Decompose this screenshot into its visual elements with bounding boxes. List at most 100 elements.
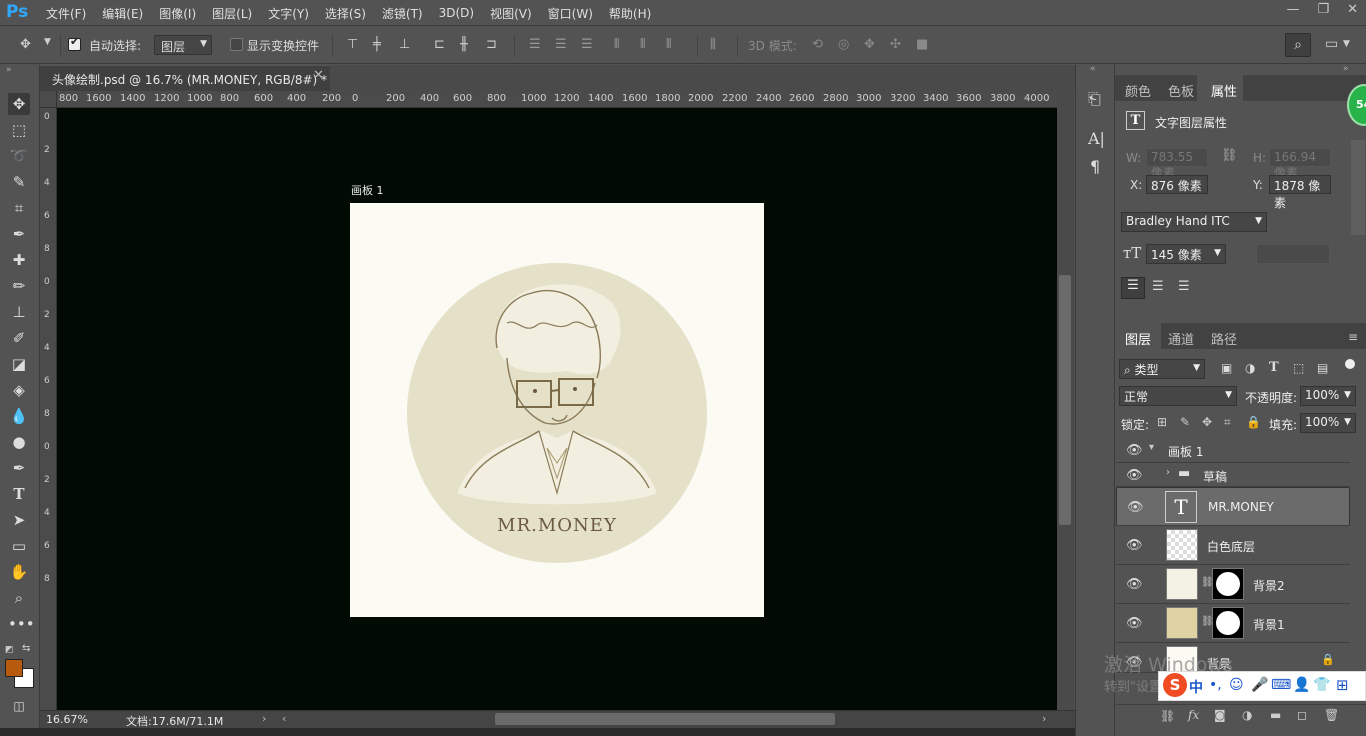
menu-item[interactable]: 窗口(W)	[548, 5, 593, 22]
distribute-top-icon[interactable]: ☰	[529, 37, 541, 52]
zoom-tool-icon[interactable]: ⌕	[8, 587, 30, 609]
crop-tool-icon[interactable]: ⌗	[8, 197, 30, 219]
lasso-tool-icon[interactable]: ➰	[8, 145, 30, 167]
panel-menu-icon[interactable]: ≡	[1348, 330, 1358, 344]
delete-layer-icon[interactable]: 🗑	[1324, 708, 1339, 722]
menu-item[interactable]: 文件(F)	[46, 5, 86, 22]
ime-mode-label[interactable]: 中	[1189, 677, 1203, 697]
lock-transparent-icon[interactable]: ⊞	[1157, 415, 1167, 429]
ime-toolbar[interactable]: 中 •, ☺ 🎤 ⌨ 👤 👕 ⊞	[1158, 671, 1366, 701]
new-layer-icon[interactable]: ◻	[1297, 708, 1307, 722]
visibility-eye-icon[interactable]: 👁	[1126, 443, 1143, 458]
quick-mask-icon[interactable]: ◫	[8, 695, 30, 717]
layer-row-pixel[interactable]: 👁 白色底层	[1116, 526, 1350, 565]
minimize-button[interactable]: —	[1286, 2, 1299, 17]
expand-icon[interactable]: «	[1090, 64, 1096, 74]
lock-all-icon[interactable]: 🔒	[1246, 415, 1261, 429]
distribute-bottom-icon[interactable]: ☰	[581, 37, 593, 52]
vertical-scroll-thumb[interactable]	[1059, 275, 1071, 525]
paragraph-panel-icon[interactable]: ¶	[1090, 157, 1100, 176]
menu-item[interactable]: 3D(D)	[439, 6, 474, 20]
visibility-eye-icon[interactable]: 👁	[1126, 577, 1143, 592]
workspace-icon[interactable]: ▭	[1325, 36, 1338, 52]
filter-smart-object-icon[interactable]: ▤	[1317, 361, 1328, 375]
filter-pixel-icon[interactable]: ▣	[1221, 361, 1232, 375]
swap-colors-icon[interactable]: ⇆	[22, 643, 30, 654]
collapse-icon[interactable]: »	[1343, 64, 1349, 74]
chevron-right-icon[interactable]: ›	[1166, 467, 1170, 478]
chevron-down-icon[interactable]: ▾	[1149, 442, 1154, 453]
lock-artboard-icon[interactable]: ⌗	[1224, 415, 1231, 430]
align-center-icon[interactable]: ☰	[1152, 279, 1164, 294]
tab-layers[interactable]: 图层	[1125, 329, 1151, 355]
align-hcenter-icon[interactable]: ╫	[460, 37, 468, 52]
menu-item[interactable]: 图像(I)	[159, 5, 196, 22]
align-vcenter-icon[interactable]: ╪	[373, 37, 381, 52]
pen-tool-icon[interactable]: ✒	[8, 457, 30, 479]
3d-scale-icon[interactable]: ■	[916, 37, 928, 52]
lock-pixels-icon[interactable]: ✎	[1180, 415, 1190, 429]
link-layers-icon[interactable]: ⛓	[1160, 709, 1175, 723]
menu-item[interactable]: 编辑(E)	[102, 5, 143, 22]
tab-properties[interactable]: 属性	[1211, 81, 1237, 107]
opacity-field[interactable]: 100% ▼	[1300, 386, 1356, 406]
align-right-icon[interactable]: ⊐	[486, 37, 497, 52]
align-top-icon[interactable]: ⊤	[347, 37, 358, 52]
search-icon[interactable]: ⌕	[1285, 33, 1311, 57]
move-tool-icon[interactable]: ✥	[8, 93, 30, 115]
filter-toggle[interactable]	[1345, 359, 1355, 369]
emoji-icon[interactable]: ☺	[1229, 677, 1244, 693]
filter-type-icon[interactable]: T	[1269, 360, 1279, 375]
history-panel-icon[interactable]: ⎗	[1088, 89, 1101, 109]
horizontal-scroll-thumb[interactable]	[495, 713, 835, 725]
add-mask-icon[interactable]: ◙	[1214, 708, 1226, 722]
scroll-right-icon[interactable]: ›	[1042, 712, 1046, 725]
distribute-right-icon[interactable]: ⫴	[666, 37, 671, 52]
layer-row-masked[interactable]: 👁 ⛓ 背景2	[1116, 565, 1350, 604]
y-field[interactable]: 1878 像素	[1269, 175, 1331, 210]
lock-position-icon[interactable]: ✥	[1202, 415, 1212, 429]
tab-paths[interactable]: 路径	[1211, 329, 1237, 355]
microphone-icon[interactable]: 🎤	[1251, 677, 1268, 693]
properties-scrollbar[interactable]	[1351, 140, 1365, 235]
quick-select-tool-icon[interactable]: ✎	[8, 171, 30, 193]
font-size-dropdown[interactable]: 145 像素 ▼	[1146, 244, 1226, 264]
menu-item[interactable]: 视图(V)	[490, 5, 532, 22]
menu-item[interactable]: 滤镜(T)	[382, 5, 423, 22]
tab-color[interactable]: 颜色	[1125, 81, 1151, 107]
filter-shape-icon[interactable]: ⬚	[1293, 361, 1304, 375]
link-icon[interactable]: ⛓	[1221, 148, 1238, 163]
distribute-vcenter-icon[interactable]: ☰	[555, 37, 567, 52]
tab-channels[interactable]: 通道	[1168, 329, 1194, 355]
stamp-tool-icon[interactable]: ⊥	[8, 301, 30, 323]
3d-roll-icon[interactable]: ◎	[838, 37, 849, 52]
rectangle-tool-icon[interactable]: ▭	[8, 535, 30, 557]
chevron-right-icon[interactable]: ›	[262, 712, 266, 725]
distribute-left-icon[interactable]: ⫴	[614, 37, 619, 52]
width-field[interactable]: 783.55 像素	[1146, 148, 1208, 180]
fx-icon[interactable]: fx	[1188, 708, 1199, 722]
menu-item[interactable]: 文字(Y)	[268, 5, 309, 22]
restore-button[interactable]: ❐	[1317, 2, 1329, 17]
chevron-down-icon[interactable]: ▼	[44, 37, 51, 47]
close-tab-icon[interactable]: ✕	[313, 68, 324, 83]
3d-pan-icon[interactable]: ✥	[864, 37, 875, 52]
align-bottom-icon[interactable]: ⊥	[399, 37, 410, 52]
path-select-icon[interactable]: ➤	[8, 509, 30, 531]
layer-row-masked[interactable]: 👁 ⛓ 背景1	[1116, 604, 1350, 643]
sogou-ime-icon[interactable]: S	[1163, 673, 1187, 697]
new-group-icon[interactable]: ▬	[1270, 708, 1281, 722]
punctuation-icon[interactable]: •,	[1209, 677, 1222, 693]
toolbox-icon[interactable]: ⊞	[1336, 676, 1349, 694]
layer-filter-dropdown[interactable]: ⌕ 类型 ▼	[1119, 359, 1205, 379]
document-tab[interactable]: 头像绘制.psd @ 16.7% (MR.MONEY, RGB/8#) *	[40, 65, 330, 91]
user-icon[interactable]: 👤	[1293, 677, 1310, 693]
align-right-icon[interactable]: ☰	[1178, 279, 1190, 294]
blur-tool-icon[interactable]: 💧	[8, 405, 30, 427]
collapse-icon[interactable]: »	[6, 65, 12, 75]
ruler-origin[interactable]	[40, 91, 57, 108]
visibility-eye-icon[interactable]: 👁	[1126, 468, 1143, 483]
layer-row-artboard[interactable]: 👁 ▾ 画板 1	[1116, 438, 1350, 463]
align-left-icon[interactable]: ☰	[1121, 277, 1145, 299]
menu-item[interactable]: 图层(L)	[212, 5, 252, 22]
